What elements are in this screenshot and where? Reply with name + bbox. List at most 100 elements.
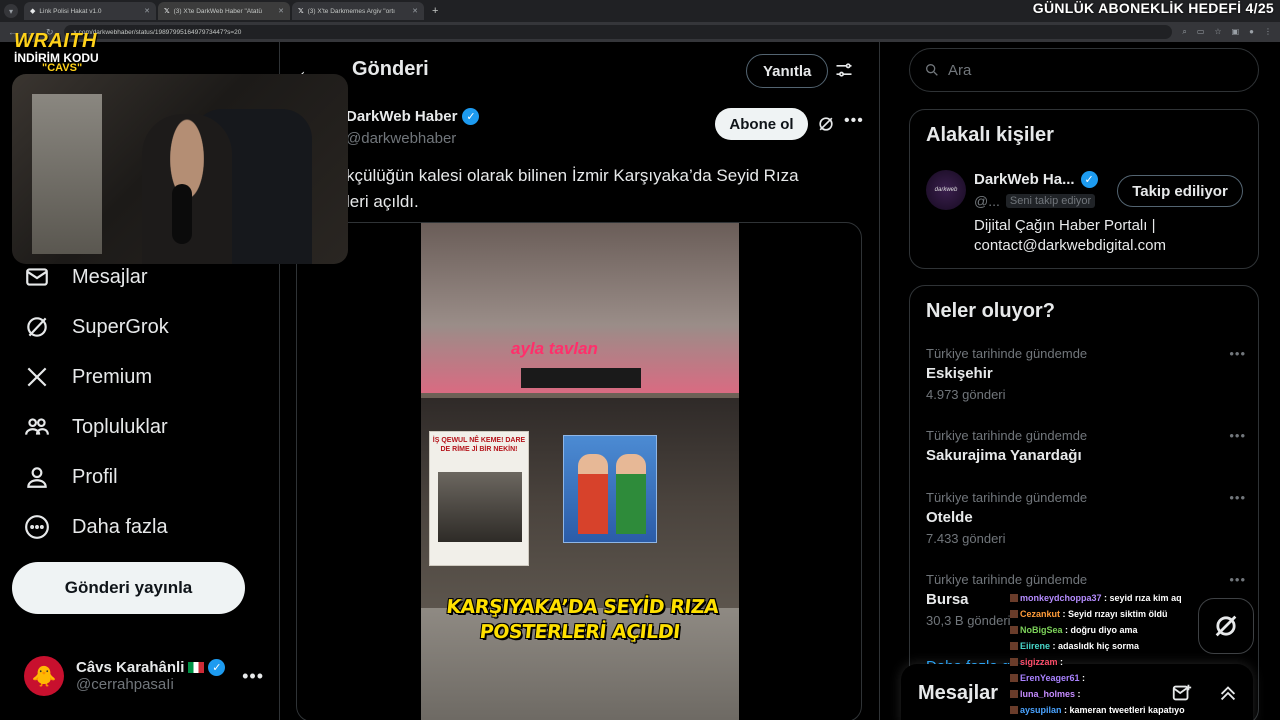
grok-explain-icon[interactable] bbox=[816, 114, 836, 134]
search-input[interactable]: Ara bbox=[909, 48, 1259, 92]
browser-tab-active[interactable]: 𝕏 (3) X'te DarkWeb Haber "Atatü ✕ bbox=[158, 2, 290, 20]
nav-label: Topluluklar bbox=[72, 415, 168, 438]
browser-tab[interactable]: 𝕏 (3) X'te Darkmemes Argiv "ortı ✕ bbox=[292, 2, 424, 20]
webcam-background bbox=[32, 94, 102, 254]
chat-username: ErenYeager61 bbox=[1020, 673, 1080, 683]
tab-close-icon[interactable]: ✕ bbox=[278, 7, 284, 15]
chat-badge-icon bbox=[1010, 706, 1018, 714]
account-name-row: Câvs Karahânli ✓ bbox=[76, 659, 230, 676]
more-horizontal-icon[interactable]: ••• bbox=[1229, 572, 1246, 587]
trend-item[interactable]: Türkiye tarihinde gündemde Otelde 7.433 … bbox=[926, 490, 1246, 546]
more-circle-icon bbox=[24, 514, 50, 540]
video-player[interactable]: ayla tavlan İŞ QEWUL NÊ KEME! DARE DE Rİ… bbox=[421, 223, 739, 720]
tab-x-favicon-icon: 𝕏 bbox=[298, 8, 304, 15]
subscribe-button[interactable]: Abone ol bbox=[715, 108, 808, 140]
chat-text: doğru diyo ama bbox=[1070, 625, 1138, 635]
sponsor-logo: WRAITH bbox=[14, 30, 97, 52]
address-bar: ← → ↻ x.com/darkwebhaber/status/19897995… bbox=[0, 22, 1280, 42]
extensions-icon[interactable]: ▣ bbox=[1232, 27, 1240, 37]
chat-separator: : bbox=[1079, 673, 1086, 683]
chat-message: Cezankut : Seyid rızayı siktim öldü bbox=[1010, 606, 1250, 622]
profile-icon[interactable]: ● bbox=[1249, 27, 1254, 37]
mail-icon bbox=[24, 264, 50, 290]
post-text-content: kçülüğün kalesi olarak bilinen İzmir Kar… bbox=[346, 166, 799, 211]
chat-username: aysupilan bbox=[1020, 705, 1062, 715]
tune-settings-icon[interactable] bbox=[834, 60, 854, 80]
chat-badge-icon bbox=[1010, 642, 1018, 650]
url-text: x.com/darkwebhaber/status/19897995164979… bbox=[73, 28, 242, 36]
cast-icon[interactable]: ▭ bbox=[1197, 27, 1205, 37]
trend-count: 4.973 gönderi bbox=[926, 387, 1006, 402]
trend-context: Türkiye tarihinde gündemde bbox=[926, 572, 1088, 587]
more-horizontal-icon[interactable]: ••• bbox=[242, 666, 264, 687]
zoom-icon[interactable]: ⌕ bbox=[1182, 27, 1186, 37]
main-column: ← Gönderi Yanıtla DarkWeb Haber ✓ @darkw… bbox=[280, 42, 880, 720]
post-button[interactable]: Gönderi yayınla bbox=[12, 562, 245, 614]
verified-badge-icon: ✓ bbox=[462, 108, 480, 125]
relevant-name: DarkWeb Ha... bbox=[974, 171, 1075, 188]
chat-text: Seyid rızayı siktim öldü bbox=[1068, 609, 1168, 619]
stream-chat-overlay: monkeydchoppa37 : seyid rıza kim aq Cezan… bbox=[1010, 590, 1250, 718]
more-horizontal-icon[interactable]: ••• bbox=[844, 112, 864, 130]
new-tab-icon[interactable]: + bbox=[426, 5, 444, 17]
author-name-row[interactable]: DarkWeb Haber ✓ bbox=[346, 108, 480, 125]
tab-label: Link Polisi Hakat v1.0 bbox=[39, 7, 102, 15]
trend-item[interactable]: Türkiye tarihinde gündemde Sakurajima Ya… bbox=[926, 428, 1246, 464]
chat-username: Eiirene bbox=[1020, 641, 1051, 651]
chat-message: sigizzam : bbox=[1010, 654, 1250, 670]
video-banner-text: İŞ QEWUL NÊ KEME! DARE DE RİME Jİ BİR NE… bbox=[432, 437, 526, 453]
chat-badge-icon bbox=[1010, 658, 1018, 666]
follows-you-badge: Seni takip ediyor bbox=[1005, 194, 1096, 208]
chat-username: Cezankut bbox=[1020, 609, 1061, 619]
trend-item[interactable]: Türkiye tarihinde gündemde Eskişehir 4.9… bbox=[926, 346, 1246, 402]
nav-item-supergrok[interactable]: SuperGrok bbox=[24, 314, 169, 340]
reply-button[interactable]: Yanıtla bbox=[746, 54, 829, 88]
avatar[interactable]: darkweb bbox=[926, 170, 966, 210]
chat-message: NoBigSea : doğru diyo ama bbox=[1010, 622, 1250, 638]
nav-label: Daha fazla bbox=[72, 515, 168, 538]
tab-search-icon[interactable]: ▾ bbox=[4, 4, 18, 18]
author-handle[interactable]: @darkwebhaber bbox=[346, 130, 456, 147]
chat-username: NoBigSea bbox=[1020, 625, 1063, 635]
chat-text: kameran tweetleri kapatıyo bbox=[1069, 705, 1185, 715]
verified-badge-icon: ✓ bbox=[208, 659, 226, 676]
nav-item-messages[interactable]: Mesajlar bbox=[24, 264, 148, 290]
more-horizontal-icon[interactable]: ••• bbox=[1229, 490, 1246, 505]
more-horizontal-icon[interactable]: ••• bbox=[1229, 346, 1246, 361]
x-logo-icon bbox=[24, 364, 50, 390]
chat-text: seyid rıza kim aq bbox=[1109, 593, 1182, 603]
video-poster-figure bbox=[616, 454, 646, 534]
chat-badge-icon bbox=[1010, 690, 1018, 698]
account-switcher[interactable]: 🐥 Câvs Karahânli ✓ @cerrahpasaIi ••• bbox=[24, 654, 264, 698]
bookmark-star-icon[interactable]: ☆ bbox=[1214, 27, 1221, 37]
chat-message: monkeydchoppa37 : seyid rıza kim aq bbox=[1010, 590, 1250, 606]
author-name: DarkWeb Haber bbox=[346, 108, 458, 125]
nav-item-communities[interactable]: Topluluklar bbox=[24, 414, 168, 440]
trend-context: Türkiye tarihinde gündemde bbox=[926, 346, 1088, 361]
chat-message: ErenYeager61 : bbox=[1010, 670, 1250, 686]
nav-item-premium[interactable]: Premium bbox=[24, 364, 152, 390]
nav-label: Profil bbox=[72, 465, 118, 488]
url-input[interactable]: x.com/darkwebhaber/status/19897995164979… bbox=[63, 25, 1173, 39]
communities-icon bbox=[24, 414, 50, 440]
tab-close-icon[interactable]: ✕ bbox=[412, 7, 418, 15]
sponsor-overlay: WRAITH İNDİRİM KODU "CAVS" bbox=[14, 30, 99, 74]
browser-tab[interactable]: ◆ Link Polisi Hakat v1.0 ✕ bbox=[24, 2, 156, 20]
more-horizontal-icon[interactable]: ••• bbox=[1229, 428, 1246, 443]
chat-separator: : bbox=[1101, 593, 1110, 603]
browser-toolbar-icons: ⌕ ▭ ☆ ▣ ● ⋮ bbox=[1182, 27, 1272, 37]
following-button[interactable]: Takip ediliyor bbox=[1117, 175, 1243, 207]
chat-separator: : bbox=[1060, 609, 1069, 619]
relevant-name-row[interactable]: DarkWeb Ha... ✓ bbox=[974, 171, 1098, 188]
nav-item-more[interactable]: Daha fazla bbox=[24, 514, 168, 540]
chat-badge-icon bbox=[1010, 626, 1018, 634]
tab-close-icon[interactable]: ✕ bbox=[144, 7, 150, 15]
nav-item-profile[interactable]: Profil bbox=[24, 464, 118, 490]
video-awning bbox=[521, 368, 641, 388]
menu-icon[interactable]: ⋮ bbox=[1264, 27, 1272, 37]
video-shop-sign: ayla tavlan bbox=[511, 339, 598, 358]
italy-flag-icon bbox=[188, 662, 205, 673]
chat-message: aysupilan : kameran tweetleri kapatıyo bbox=[1010, 702, 1250, 718]
chat-badge-icon bbox=[1010, 594, 1018, 602]
chat-username: monkeydchoppa37 bbox=[1020, 593, 1102, 603]
